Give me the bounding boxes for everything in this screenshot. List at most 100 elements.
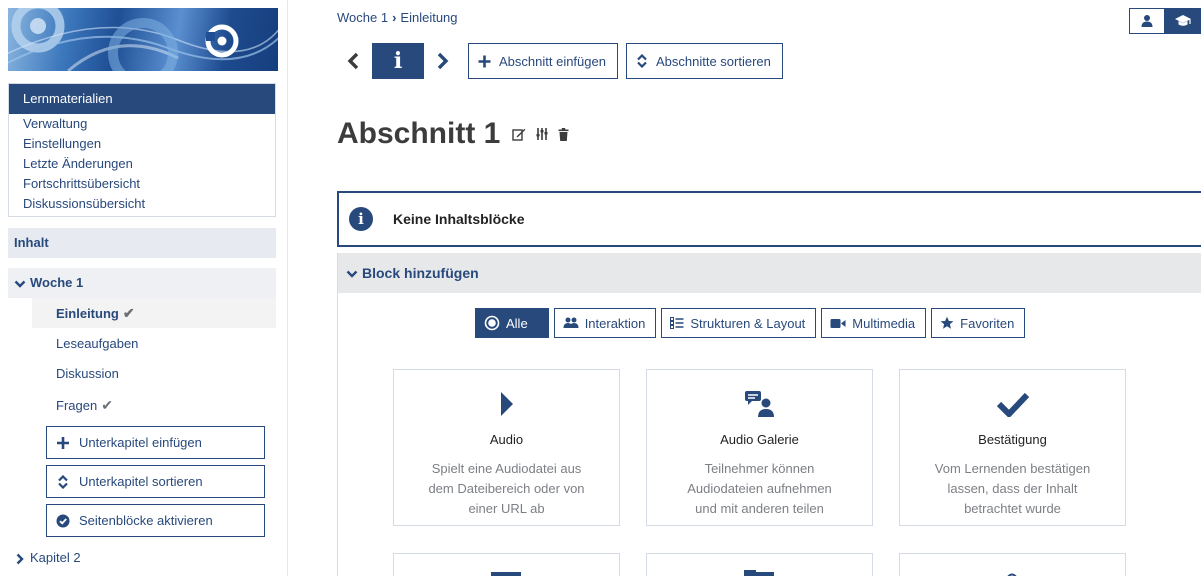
sidebar-divider <box>287 0 288 576</box>
block-card-bestaetigung[interactable]: Bestätigung Vom Lernenden bestätigen las… <box>899 369 1126 526</box>
subchapter-label: Leseaufgaben <box>56 336 139 351</box>
card-description-line: dem Dateibereich oder von <box>428 481 585 496</box>
button-label: Abschnitt einfügen <box>499 53 606 69</box>
activate-page-blocks-button[interactable]: Seitenblöcke aktivieren <box>46 504 265 537</box>
block-card-audio[interactable]: Audio Spielt eine Audiodatei aus dem Dat… <box>393 369 620 526</box>
section-info-button[interactable]: i <box>372 43 424 79</box>
nav-lernmaterialien[interactable]: Lernmaterialien <box>9 84 275 114</box>
radio-dot-icon <box>484 315 500 331</box>
subchapter-label: Fragen <box>56 398 98 413</box>
chevron-down-icon <box>346 270 358 278</box>
card-description-line: und mit anderen teilen <box>695 501 824 516</box>
nav-einstellungen[interactable]: Einstellungen <box>9 134 275 154</box>
video-camera-icon <box>830 318 846 329</box>
card-title: Audio <box>489 432 524 447</box>
filter-strukturen-layout[interactable]: Strukturen & Layout <box>661 308 817 338</box>
view-switcher <box>1129 8 1201 34</box>
lecturer-view-button[interactable] <box>1165 8 1201 34</box>
chevron-right-icon <box>16 553 24 564</box>
block-filter-tabs: Alle Interaktion Strukturen & Layout Mul… <box>475 308 1026 338</box>
graduation-cap-icon <box>1175 15 1191 26</box>
button-label: Unterkapitel einfügen <box>79 435 202 450</box>
breadcrumb-page[interactable]: Einleitung <box>400 10 457 25</box>
sort-icon <box>55 474 71 490</box>
subchapter-einleitung[interactable]: Einleitung ✔ <box>32 298 276 328</box>
card-description-line: Audiodateien aufnehmen <box>687 481 832 496</box>
block-card[interactable] <box>393 553 620 576</box>
card-description: Vom Lernenden bestätigen lassen, dass de… <box>900 459 1125 519</box>
plus-icon <box>478 55 491 68</box>
section-actions <box>512 127 569 141</box>
course-logo <box>8 8 278 71</box>
course-navigation: Lernmaterialien Verwaltung Einstellungen… <box>8 83 276 217</box>
subchapter-label: Diskussion <box>56 366 119 381</box>
plus-icon <box>55 435 71 451</box>
filter-interaktion[interactable]: Interaktion <box>553 308 657 338</box>
chapter-woche-1[interactable]: Woche 1 <box>8 268 276 298</box>
filter-multimedia[interactable]: Multimedia <box>821 308 927 338</box>
sidebar: Lernmaterialien Verwaltung Einstellungen… <box>0 0 287 576</box>
chapter-label: Woche 1 <box>30 275 84 290</box>
card-description-line: betrachtet wurde <box>964 501 1061 516</box>
section-heading: Abschnitt 1 <box>337 117 569 151</box>
chapter-label: Kapitel 2 <box>30 550 81 565</box>
nav-verwaltung[interactable]: Verwaltung <box>9 114 275 134</box>
check-circle-icon <box>55 513 71 529</box>
insert-section-button[interactable]: Abschnitt einfügen <box>468 43 618 79</box>
card-description-line: Vom Lernenden bestätigen <box>934 461 1091 476</box>
block-card-audio-galerie[interactable]: Audio Galerie Teilnehmer können Audiodat… <box>646 369 873 526</box>
subchapter-leseaufgaben[interactable]: Leseaufgaben <box>32 329 276 359</box>
info-icon: i <box>349 207 373 231</box>
sort-sections-button[interactable]: Abschnitte sortieren <box>625 43 783 79</box>
subchapter-diskussion[interactable]: Diskussion <box>32 359 276 389</box>
filter-label: Strukturen & Layout <box>690 315 806 331</box>
edit-icon[interactable] <box>512 128 526 141</box>
button-label: Abschnitte sortieren <box>655 53 771 69</box>
chevron-down-icon <box>14 280 26 288</box>
screen-icon <box>491 572 521 576</box>
chapter-kapitel-2[interactable]: Kapitel 2 <box>8 546 81 570</box>
checkmark-icon: ✔ <box>122 305 135 321</box>
card-description-line: Spielt eine Audiodatei aus <box>431 461 582 476</box>
play-icon <box>394 386 619 422</box>
chevron-right-icon <box>437 52 449 70</box>
breadcrumb-separator-icon: › <box>392 10 397 25</box>
card-description: Teilnehmer können Audiodateien aufnehmen… <box>647 459 872 519</box>
section-toolbar: i Abschnitt einfügen Abschnitte sortiere… <box>340 43 783 79</box>
subchapter-label: Einleitung <box>56 306 119 321</box>
sort-icon <box>636 54 648 68</box>
participant-view-button[interactable] <box>1129 8 1165 34</box>
next-section-button[interactable] <box>430 43 456 79</box>
filter-label: Alle <box>506 315 528 331</box>
insert-subchapter-button[interactable]: Unterkapitel einfügen <box>46 426 265 459</box>
filter-alle[interactable]: Alle <box>475 308 549 338</box>
add-block-heading: Block hinzufügen <box>362 265 479 281</box>
nav-diskussionsuebersicht[interactable]: Diskussionsübersicht <box>9 194 275 214</box>
card-title: Audio Galerie <box>720 432 799 447</box>
checkmark-icon: ✔ <box>101 397 113 413</box>
card-title: Bestätigung <box>978 432 1047 447</box>
filter-favoriten[interactable]: Favoriten <box>931 308 1026 338</box>
nav-fortschrittsuebersicht[interactable]: Fortschrittsübersicht <box>9 174 275 194</box>
content-heading: Inhalt <box>8 228 276 258</box>
add-block-toggle[interactable]: Block hinzufügen <box>338 253 1201 293</box>
block-card[interactable] <box>899 553 1126 576</box>
no-content-blocks-notice: i Keine Inhaltsblöcke <box>337 191 1201 247</box>
settings-sliders-icon[interactable] <box>536 127 548 141</box>
previous-section-button[interactable] <box>340 43 366 79</box>
nav-letzte-aenderungen[interactable]: Letzte Änderungen <box>9 154 275 174</box>
notice-text: Keine Inhaltsblöcke <box>393 211 525 227</box>
card-description-line: einer URL ab <box>468 501 545 516</box>
sort-subchapters-button[interactable]: Unterkapitel sortieren <box>46 465 265 498</box>
users-icon <box>563 317 579 329</box>
trash-icon[interactable] <box>558 127 569 141</box>
user-icon <box>1141 15 1153 27</box>
subchapter-fragen[interactable]: Fragen ✔ <box>32 390 276 420</box>
card-description: Spielt eine Audiodatei aus dem Dateibere… <box>394 459 619 519</box>
breadcrumb-week[interactable]: Woche 1 <box>337 10 388 25</box>
chevron-left-icon <box>347 52 359 70</box>
checkmark-icon <box>900 386 1125 422</box>
block-card[interactable] <box>646 553 873 576</box>
filter-label: Interaktion <box>584 315 646 331</box>
chat-user-icon <box>647 386 872 422</box>
